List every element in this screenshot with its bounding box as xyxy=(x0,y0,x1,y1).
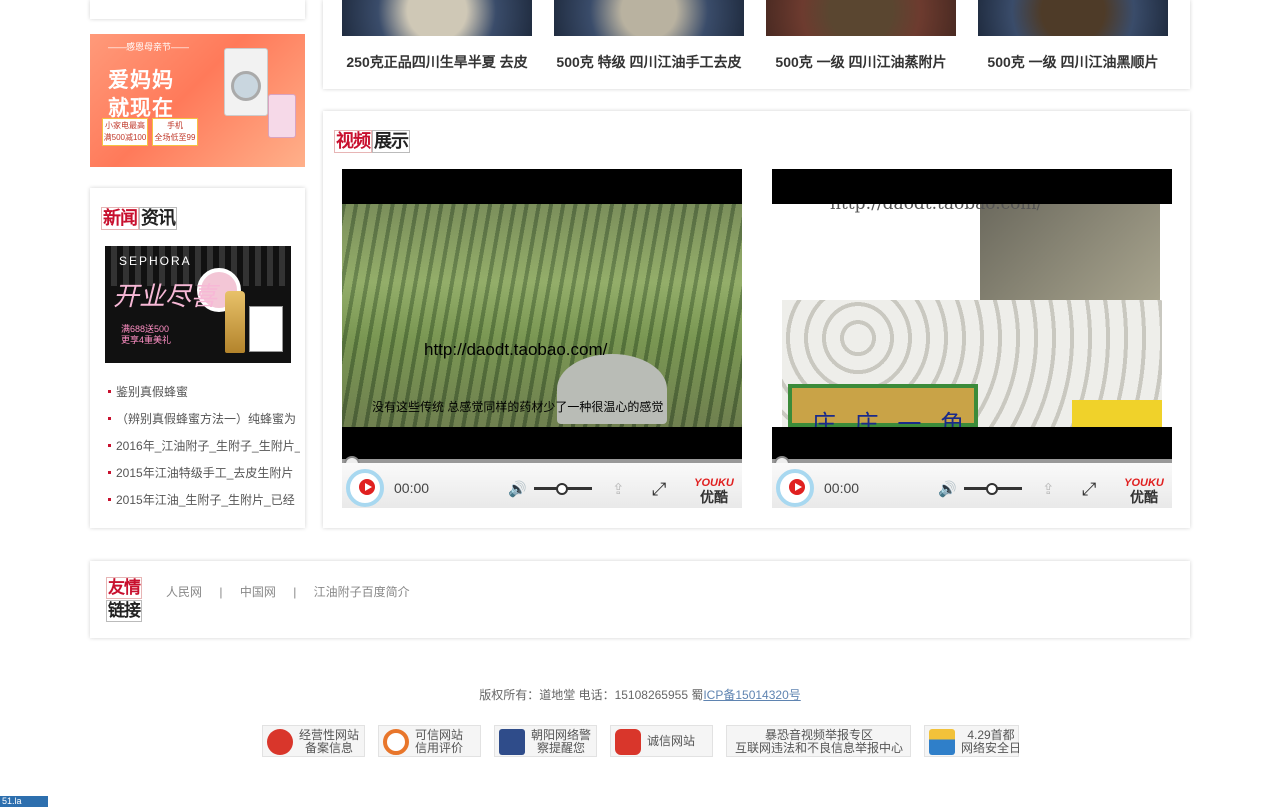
product-image[interactable] xyxy=(554,0,744,36)
sephora-logo: SEPHORA xyxy=(119,254,192,268)
news-item[interactable]: （辨别真假蜂蜜方法一）纯蜂蜜为 xyxy=(108,411,300,438)
product-name[interactable]: 500克 一级 四川江油黑顺片 xyxy=(978,52,1168,72)
video-overlay-url: http://daodt.taobao.com/ xyxy=(424,340,608,359)
police-shield-icon xyxy=(267,729,293,755)
badge-trusted-site[interactable]: 可信网站 信用评价 xyxy=(378,725,481,757)
video-control-bar: 00:00 🔊 ⇪ ⤢ YOUKU 优酷 xyxy=(772,463,1172,508)
badge-cyber-police[interactable]: 朝阳网络警 察提醒您 xyxy=(494,725,597,757)
video-control-bar: 00:00 🔊 ⇪ ⤢ YOUKU 优酷 xyxy=(342,463,742,508)
news-item[interactable]: 2016年_江油附子_生附子_生附片_ xyxy=(108,438,300,465)
friend-link[interactable]: 江油附子百度简介 xyxy=(314,585,410,599)
video-time: 00:00 xyxy=(824,480,860,496)
badge-integrity-site[interactable]: 诚信网站 xyxy=(610,725,713,757)
product-name[interactable]: 500克 特级 四川江油手工去皮 xyxy=(554,52,744,72)
video-frame[interactable]: http://daodt.taobao.com/ 没有这些传统 总感觉同样的药材… xyxy=(342,204,742,427)
copyright-text: 版权所有：道地堂 电话：15108265955 蜀 xyxy=(479,688,704,702)
video-frame[interactable]: http://daodt.taobao.com/ 庄 庄 一 角 xyxy=(772,204,1172,427)
friend-links-title: 友情 链接 xyxy=(106,577,142,622)
cyber-police-icon xyxy=(499,729,525,755)
friend-link[interactable]: 人民网 xyxy=(166,585,202,599)
share-icon[interactable]: ⇪ xyxy=(1042,482,1062,498)
link-separator: | xyxy=(293,585,297,599)
product-image[interactable] xyxy=(978,0,1168,36)
link-separator: | xyxy=(219,585,223,599)
news-title: 新闻 资讯 xyxy=(101,207,177,230)
fullscreen-icon[interactable]: ⤢ xyxy=(1082,480,1102,498)
video-player[interactable]: http://daodt.taobao.com/ 没有这些传统 总感觉同样的药材… xyxy=(342,169,742,508)
fullscreen-icon[interactable]: ⤢ xyxy=(652,480,672,498)
product-card[interactable]: 500克 一级 四川江油黑顺片 xyxy=(978,0,1168,72)
video-section-title: 视频 展示 xyxy=(334,130,410,153)
volume-slider-handle[interactable] xyxy=(556,483,568,495)
sephora-headline: 开业尽喜 xyxy=(113,282,218,312)
product-card[interactable]: 250克正品四川生旱半夏 去皮 xyxy=(342,0,532,72)
video-time: 00:00 xyxy=(394,480,430,496)
trusted-site-icon xyxy=(383,729,409,755)
news-item[interactable]: 鉴别真假蜂蜜 xyxy=(108,384,300,411)
video-panel: 视频 展示 http://daodt.taobao.com/ 没有这些传统 总感觉… xyxy=(323,111,1190,528)
washing-machine-icon xyxy=(224,48,268,116)
play-button[interactable] xyxy=(776,469,814,507)
friend-links-panel: 友情 链接 人民网 | 中国网 | 江油附子百度简介 xyxy=(90,561,1190,638)
volume-icon[interactable]: 🔊 xyxy=(938,482,957,498)
icp-link[interactable]: ICP备15014320号 xyxy=(703,688,800,702)
sephora-ad-banner[interactable]: SEPHORA 开业尽喜 满688送500 更享4重美礼 xyxy=(105,246,291,363)
milk-powder-can-icon xyxy=(268,94,296,138)
badge-business-record[interactable]: 经营性网站 备案信息 xyxy=(262,725,365,757)
product-image[interactable] xyxy=(766,0,956,36)
footer-copyright: 版权所有：道地堂 电话：15108265955 蜀ICP备15014320号 xyxy=(0,686,1280,703)
share-icon[interactable]: ⇪ xyxy=(612,482,632,498)
news-list: 鉴别真假蜂蜜 （辨别真假蜂蜜方法一）纯蜂蜜为 2016年_江油附子_生附子_生附… xyxy=(108,384,300,519)
news-item[interactable]: 2015年江油_生附子_生附片_已经 xyxy=(108,492,300,519)
video-player[interactable]: http://daodt.taobao.com/ 庄 庄 一 角 00:00 🔊… xyxy=(772,169,1172,508)
perfume-bottle-icon xyxy=(225,291,245,353)
friend-link[interactable]: 中国网 xyxy=(240,585,276,599)
volume-slider-handle[interactable] xyxy=(986,483,998,495)
product-name[interactable]: 500克 一级 四川江油蒸附片 xyxy=(766,52,956,72)
product-image[interactable] xyxy=(342,0,532,36)
left-top-panel xyxy=(90,0,305,19)
product-name[interactable]: 250克正品四川生旱半夏 去皮 xyxy=(342,52,532,72)
video-overlay-caption: 庄 庄 一 角 xyxy=(812,411,971,427)
play-button[interactable] xyxy=(346,469,384,507)
integrity-site-icon xyxy=(615,729,641,755)
volume-icon[interactable]: 🔊 xyxy=(508,482,527,498)
gift-box-icon xyxy=(249,306,283,352)
friend-links-list: 人民网 | 中国网 | 江油附子百度简介 xyxy=(166,583,410,600)
sephora-promo: 满688送500 更享4重美礼 xyxy=(121,324,172,345)
video-overlay-caption: 没有这些传统 总感觉同样的药材少了一种很温心的感觉 xyxy=(372,400,664,414)
news-panel: 新闻 资讯 SEPHORA 开业尽喜 满688送500 更享4重美礼 鉴别真假蜂蜜… xyxy=(90,188,305,528)
product-card[interactable]: 500克 一级 四川江油蒸附片 xyxy=(766,0,956,72)
badge-security-day[interactable]: 4.29首都 网络安全日 xyxy=(924,725,1021,757)
mothers-day-banner[interactable]: ——感恩母亲节—— 爱妈妈 就现在 小家电最高 满500减100 手机 全场低至… xyxy=(90,34,305,167)
product-panel: 250克正品四川生旱半夏 去皮 500克 特级 四川江油手工去皮 500克 一级… xyxy=(323,0,1190,89)
badge-illegal-report[interactable]: 暴恐音视频举报专区 互联网违法和不良信息举报中心 xyxy=(726,725,911,757)
youku-logo: YOUKU 优酷 xyxy=(694,477,734,505)
product-card[interactable]: 500克 特级 四川江油手工去皮 xyxy=(554,0,744,72)
stat-counter-badge[interactable]: 51.la xyxy=(0,796,48,807)
video-overlay-url: http://daodt.taobao.com/ xyxy=(830,204,1043,214)
banner-subtitle: ——感恩母亲节—— xyxy=(108,42,190,52)
security-day-icon xyxy=(929,729,955,755)
youku-logo: YOUKU 优酷 xyxy=(1124,477,1164,505)
banner-promo-box-1: 小家电最高 满500减100 xyxy=(102,118,148,146)
banner-line1: 爱妈妈 xyxy=(108,69,174,92)
news-item[interactable]: 2015年江油特级手工_去皮生附片 xyxy=(108,465,300,492)
banner-promo-box-2: 手机 全场低至99 xyxy=(152,118,198,146)
